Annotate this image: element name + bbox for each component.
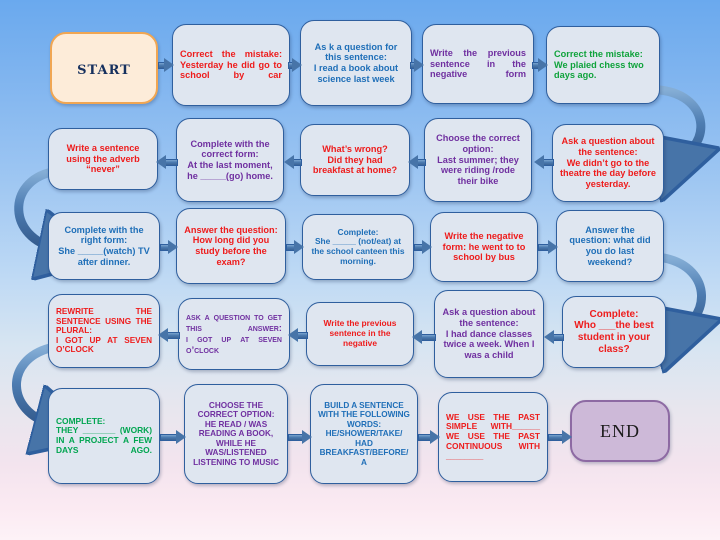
arrow-r4c5-to-r4c4	[544, 330, 564, 345]
cell-text: Correct the mistake: Yesterday he did go…	[180, 48, 282, 81]
cell-text: Complete with the correct form: At the l…	[187, 138, 273, 181]
arrow-r2c2-to-r2c1	[156, 155, 178, 170]
end-label: END	[600, 420, 640, 441]
game-cell-r1c3[interactable]: Write the previous sentence in the negat…	[422, 24, 534, 104]
curve-row3-to-row4	[664, 253, 702, 334]
cell-text: Write a sentence using the adverb “never…	[66, 142, 140, 175]
board-game-canvas: START Correct the mistake: Yesterday he …	[0, 0, 720, 540]
arrow-r3c4-to-r3c5	[538, 240, 558, 255]
game-cell-r2c3[interactable]: What’s wrong? Did they had breakfast at …	[300, 124, 410, 196]
arrow-r5c4-to-end	[548, 430, 572, 445]
game-cell-r4c4[interactable]: Ask a question about the sentence: I had…	[434, 290, 544, 378]
cell-text: Write the previous sentence in the negat…	[323, 318, 397, 348]
cell-text: REWRITE THE SENTENCE USING THE PLURAL: I…	[56, 307, 152, 355]
cell-text: Write the previous sentence in the negat…	[430, 47, 526, 80]
cell-text: Ask a question about the sentence: We di…	[560, 136, 656, 189]
cell-text: As k a question for this sentence: I rea…	[313, 41, 399, 84]
cell-text: Ask a question to get this answer: I got…	[186, 311, 282, 357]
cell-text: Answer the question: How long did you st…	[184, 224, 278, 267]
start-node[interactable]: START	[50, 32, 158, 104]
game-cell-r2c4[interactable]: Choose the correct option: Last summer; …	[424, 118, 532, 202]
game-cell-r2c2[interactable]: Complete with the correct form: At the l…	[176, 118, 284, 202]
game-cell-r1c4[interactable]: Correct the mistake: We plaied chess two…	[546, 26, 660, 104]
end-node[interactable]: END	[570, 400, 670, 462]
game-cell-r1c1[interactable]: Correct the mistake: Yesterday he did go…	[172, 24, 290, 106]
curve-row4-to-row5	[12, 343, 52, 424]
game-cell-r3c1[interactable]: Complete with the right form: She _____(…	[48, 212, 160, 280]
game-cell-r4c3[interactable]: Write the previous sentence in the negat…	[306, 302, 414, 366]
cell-text: Complete: Who ___the best student in you…	[574, 308, 654, 355]
arrow-r5c2-to-r5c3	[288, 430, 312, 445]
game-cell-r3c2[interactable]: Answer the question: How long did you st…	[176, 208, 286, 284]
cell-text: What’s wrong? Did they had breakfast at …	[312, 143, 398, 176]
cell-text: CHOOSE THE CORRECT OPTION: HE READ / WAS…	[193, 400, 279, 467]
cell-text: BUILD A SENTENCE WITH THE FOLLOWING WORD…	[318, 400, 410, 467]
cell-text: Ask a question about the sentence: I had…	[442, 307, 536, 360]
arrow-r4c2-to-r4c1	[158, 328, 180, 343]
game-cell-r4c5[interactable]: Complete: Who ___the best student in you…	[562, 296, 666, 368]
cell-text: Complete: She _____ (not/eat) at the sch…	[311, 226, 405, 266]
arrow-r5c3-to-r5c4	[418, 430, 440, 445]
arrow-r2c5-to-r2c4	[534, 155, 554, 170]
game-cell-r4c1[interactable]: REWRITE THE SENTENCE USING THE PLURAL: I…	[48, 294, 160, 368]
game-cell-r2c1[interactable]: Write a sentence using the adverb “never…	[48, 128, 158, 190]
game-cell-r3c5[interactable]: Answer the question: what did you do las…	[556, 210, 664, 282]
game-cell-r2c5[interactable]: Ask a question about the sentence: We di…	[552, 124, 664, 202]
game-cell-r1c2[interactable]: As k a question for this sentence: I rea…	[300, 20, 412, 106]
cell-text: COMPLETE: THEY _______ (WORK) IN A PROJE…	[56, 415, 152, 455]
arrow-r4c3-to-r4c2	[288, 328, 308, 343]
arrow-r4c4-to-r4c3	[412, 330, 436, 345]
cell-text: WE USE THE PAST SIMPLE WITH______ WE USE…	[446, 411, 540, 461]
cell-text: Complete with the right form: She _____(…	[58, 224, 150, 267]
arrow-r5c1-to-r5c2	[160, 430, 186, 445]
curve-row1-to-row2	[660, 85, 701, 163]
cell-text: Answer the question: what did you do las…	[569, 224, 651, 267]
cell-text: Write the negative form: he went to to s…	[442, 230, 526, 263]
game-cell-r5c2[interactable]: CHOOSE THE CORRECT OPTION: HE READ / WAS…	[184, 384, 288, 484]
game-cell-r5c1[interactable]: COMPLETE: THEY _______ (WORK) IN A PROJE…	[48, 388, 160, 484]
cell-text: Correct the mistake: We plaied chess two…	[554, 48, 644, 81]
game-cell-r3c4[interactable]: Write the negative form: he went to to s…	[430, 212, 538, 282]
game-cell-r4c2[interactable]: Ask a question to get this answer: I got…	[178, 298, 290, 370]
game-cell-r5c4[interactable]: WE USE THE PAST SIMPLE WITH______ WE USE…	[438, 392, 548, 482]
cell-text: Choose the correct option: Last summer; …	[436, 133, 520, 186]
game-cell-r5c3[interactable]: BUILD A SENTENCE WITH THE FOLLOWING WORD…	[310, 384, 418, 484]
start-label: START	[77, 57, 131, 79]
game-cell-r3c3[interactable]: Complete: She _____ (not/eat) at the sch…	[302, 214, 414, 280]
